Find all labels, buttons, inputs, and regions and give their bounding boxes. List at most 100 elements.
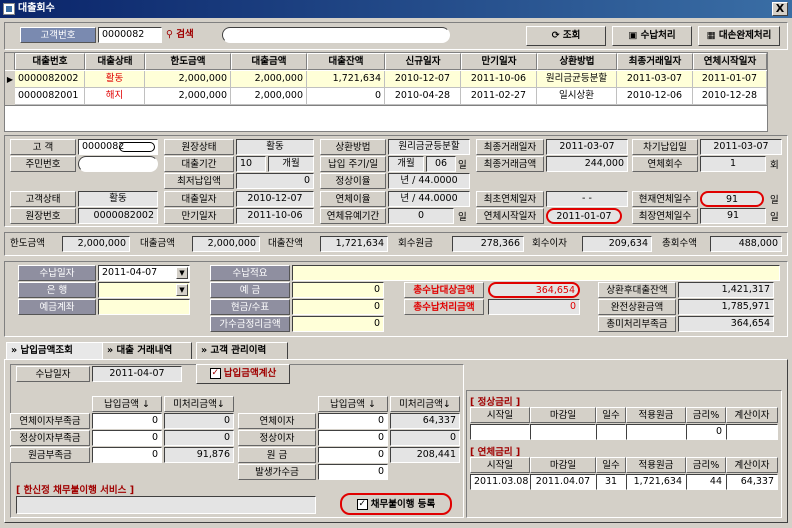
next-pay-label: 차기납입일 <box>632 139 698 155</box>
tab-loan-history[interactable]: » 대출 거래내역 <box>102 342 192 360</box>
cell: 2010-12-28 <box>693 88 767 105</box>
summary-limit-field: 2,000,000 <box>62 236 130 252</box>
receive-date-value: 2011-04-07 <box>102 267 158 278</box>
grid-header[interactable]: 대출금액 <box>231 53 307 70</box>
after-balance-label: 상환후대출잔액 <box>598 282 676 298</box>
grace-field: 0 <box>388 208 454 224</box>
tab-label: 대출 거래내역 <box>116 345 173 356</box>
cell: 0000082002 <box>15 71 85 88</box>
rate-header: 마감일 <box>530 407 596 423</box>
memo-input[interactable] <box>292 265 780 281</box>
rate-header: 적용원금 <box>626 407 686 423</box>
mid-row-pay[interactable]: 0 <box>318 464 388 480</box>
normal-rate-label: 정상이율 <box>320 173 386 189</box>
search-link[interactable]: ⚲ 검색 <box>166 28 206 42</box>
mid-row-pay[interactable]: 0 <box>318 430 388 446</box>
repay-method-field: 원리금균등분할 <box>388 139 470 155</box>
cell: 0000082001 <box>15 88 85 105</box>
left-row-pay[interactable]: 0 <box>92 413 162 429</box>
total-target-field: 364,654 <box>488 282 580 298</box>
query-button[interactable]: ⟳ 조회 <box>526 26 606 46</box>
loan-period-label: 대출기간 <box>164 156 234 172</box>
overdue-rate-label: 연체이율 <box>320 191 386 207</box>
summary-total-field: 488,000 <box>710 236 782 252</box>
close-button[interactable]: X <box>772 2 788 16</box>
overdue-cnt-label: 연체회수 <box>632 156 698 172</box>
left-row-pay[interactable]: 0 <box>92 430 162 446</box>
overdue-rate-cell: 64,337 <box>726 474 778 490</box>
normal-rate-cell <box>530 424 596 440</box>
loan-grid: 대출번호 대출상태 한도금액 대출금액 대출잔액 신규일자 만기일자 상환방법 … <box>4 52 768 106</box>
overdue-rate-cell: 44 <box>686 474 726 490</box>
ledger-status-label: 원장상태 <box>164 139 234 155</box>
customer-no-input[interactable]: 0000082 <box>98 27 162 43</box>
cell: 2010-12-07 <box>385 71 461 88</box>
grid-header[interactable]: 상환방법 <box>537 53 617 70</box>
loan-date-label: 대출일자 <box>164 191 234 207</box>
grid-header[interactable]: 신규일자 <box>385 53 461 70</box>
table-row[interactable]: 0000082001 해지 2,000,000 2,000,000 0 2010… <box>15 88 767 105</box>
mid-row-label: 연체이자 <box>238 413 316 429</box>
customer-field[interactable]: 0000082 <box>78 139 158 155</box>
cust-status-label: 고객상태 <box>10 191 76 207</box>
ledger-status-field: 활동 <box>236 139 314 155</box>
chevron-down-icon[interactable]: ▼ <box>176 284 188 296</box>
customer-no-label: 고객번호 <box>20 27 96 43</box>
rate-header: 시작일 <box>470 407 530 423</box>
max-overdue-days-field: 91 <box>700 208 766 224</box>
grid-header[interactable]: 연체시작일자 <box>693 53 767 70</box>
grid-header[interactable]: 만기일자 <box>461 53 537 70</box>
calc-button[interactable]: ✓ 납입금액계산 <box>196 364 290 384</box>
resident-field[interactable] <box>78 156 158 172</box>
table-row[interactable]: 0000082002 활동 2,000,000 2,000,000 1,721,… <box>15 71 767 88</box>
normal-rate-title: [ 정상금리 ] <box>470 397 521 408</box>
tab-date-field: 2011-04-07 <box>92 366 182 382</box>
row-pointer-icon: ▶ <box>5 71 15 88</box>
repay-method-label: 상환방법 <box>320 139 386 155</box>
cash-label: 현금/수표 <box>210 299 290 315</box>
overdue-rate-cell: 1,721,634 <box>626 474 686 490</box>
register-label: 채무불이행 등록 <box>370 499 436 510</box>
cell: 2,000,000 <box>145 88 231 105</box>
ledger-no-field: 0000082002 <box>78 208 158 224</box>
grid-header[interactable]: 한도금액 <box>145 53 231 70</box>
resident-label: 주민번호 <box>10 156 76 172</box>
search-input[interactable] <box>222 27 450 43</box>
normal-rate-cell: 0 <box>686 424 726 440</box>
chevron-down-icon[interactable]: ▼ <box>176 267 188 279</box>
deposit-label: 예 금 <box>210 282 290 298</box>
cell: 해지 <box>85 88 145 105</box>
left-row-pay[interactable]: 0 <box>92 447 162 463</box>
account-input[interactable] <box>98 299 190 315</box>
mid-row-pay[interactable]: 0 <box>318 413 388 429</box>
mid-row-pay[interactable]: 0 <box>318 447 388 463</box>
rate-header: 일수 <box>596 407 626 423</box>
grid-header[interactable]: 최종거래일자 <box>617 53 693 70</box>
mid-row-unpaid: 208,441 <box>390 447 460 463</box>
overdue-cnt-unit: 회 <box>770 160 779 171</box>
deposit-input[interactable]: 0 <box>292 282 384 298</box>
grid-header[interactable]: 대출잔액 <box>307 53 385 70</box>
last-tx-amt-field: 244,000 <box>546 156 628 172</box>
cur-overdue-days-field: 91 <box>700 191 764 207</box>
cash-input[interactable]: 0 <box>292 299 384 315</box>
bank-select[interactable]: ▼ <box>98 282 190 298</box>
total-processed-field: 0 <box>488 299 580 315</box>
receive-button[interactable]: ▣ 수납처리 <box>612 26 692 46</box>
mid-row-label: 원 금 <box>238 447 316 463</box>
summary-principal-label: 회수원금 <box>398 238 433 249</box>
tab-customer-history[interactable]: » 고객 관리이력 <box>196 342 288 360</box>
rate-header: 금리% <box>686 457 726 473</box>
cell: 2010-12-06 <box>617 88 693 105</box>
after-balance-field: 1,421,317 <box>678 282 774 298</box>
memo-label: 수납적요 <box>210 265 290 281</box>
full-repay-button[interactable]: ▦ 대손완제처리 <box>698 26 780 46</box>
overdue-rate-cell: 31 <box>596 474 626 490</box>
min-pay-field: 0 <box>236 173 314 189</box>
receive-date-input[interactable]: 2011-04-07 ▼ <box>98 265 190 281</box>
customer-name-oval <box>119 142 155 152</box>
suspense-input[interactable]: 0 <box>292 316 384 332</box>
grid-header[interactable]: 대출번호 <box>15 53 85 70</box>
grid-header[interactable]: 대출상태 <box>85 53 145 70</box>
register-default-button[interactable]: ✓ 채무불이행 등록 <box>340 493 452 515</box>
